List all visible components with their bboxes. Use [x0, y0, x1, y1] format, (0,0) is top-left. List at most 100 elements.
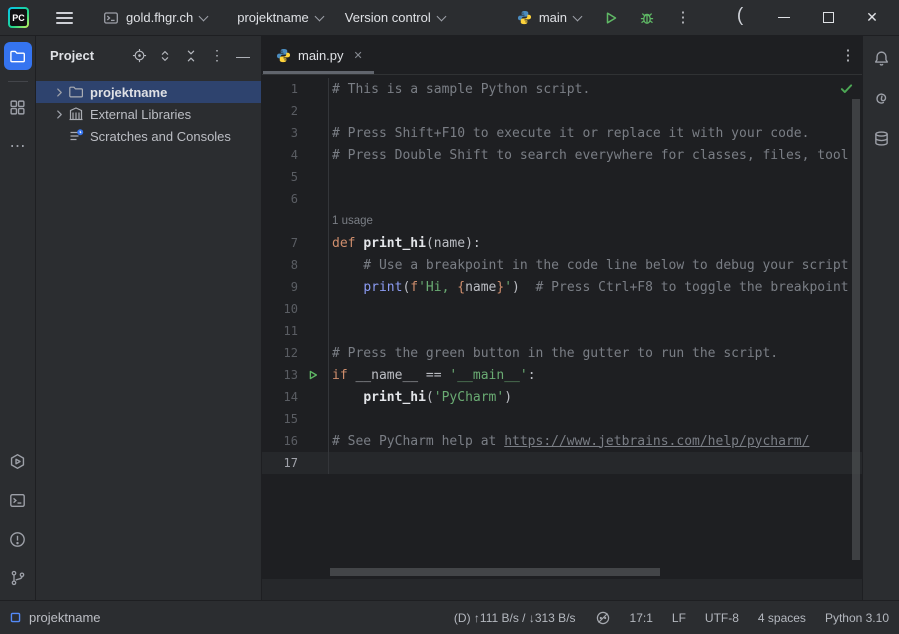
code-line[interactable]: 16# See PyCharm help at https://www.jetb… — [262, 430, 862, 452]
debug-button[interactable] — [633, 4, 661, 32]
horizontal-scrollbar[interactable] — [330, 568, 660, 576]
line-number[interactable]: 9 — [262, 280, 298, 294]
vcs-dropdown[interactable]: Version control — [337, 6, 453, 29]
run-button[interactable] — [597, 4, 625, 32]
close-button[interactable]: ✕ — [855, 3, 889, 33]
collapse-all-button[interactable] — [179, 44, 203, 68]
code-line[interactable]: 17 — [262, 452, 862, 474]
gutter[interactable]: 15 — [262, 408, 328, 430]
usage-inlay[interactable]: 1 usage — [332, 215, 373, 227]
gutter[interactable]: 4 — [262, 144, 328, 166]
line-number[interactable]: 14 — [262, 390, 298, 404]
tree-item-external-libraries[interactable]: External Libraries — [36, 103, 261, 125]
main-menu-button[interactable] — [49, 4, 79, 32]
maximize-button[interactable] — [811, 3, 845, 33]
terminal-tool-button[interactable] — [4, 486, 32, 514]
gutter[interactable] — [262, 210, 328, 232]
code-line[interactable]: 14 print_hi('PyCharm') — [262, 386, 862, 408]
line-number[interactable]: 5 — [262, 170, 298, 184]
code-line[interactable]: 2 — [262, 100, 862, 122]
gutter[interactable]: 2 — [262, 100, 328, 122]
code-line[interactable]: 4# Press Double Shift to search everywhe… — [262, 144, 862, 166]
line-number[interactable]: 10 — [262, 302, 298, 316]
file-encoding[interactable]: UTF-8 — [705, 611, 739, 625]
code-line[interactable]: 10 — [262, 298, 862, 320]
gutter[interactable]: 12 — [262, 342, 328, 364]
close-tab-icon[interactable]: ✕ — [354, 49, 363, 62]
gutter[interactable]: 9 — [262, 276, 328, 298]
code-line[interactable]: 8 # Use a breakpoint in the code line be… — [262, 254, 862, 276]
code-line[interactable]: 1# This is a sample Python script. — [262, 78, 862, 100]
code-line[interactable]: 7def print_hi(name): — [262, 232, 862, 254]
code-editor[interactable]: 1# This is a sample Python script. 2 3# Pr… — [262, 75, 862, 578]
line-number[interactable]: 8 — [262, 258, 298, 272]
code-line[interactable]: 13if __name__ == '__main__': — [262, 364, 862, 386]
line-number[interactable]: 15 — [262, 412, 298, 426]
network-speed[interactable]: (D) ↑111 B/s / ↓313 B/s — [454, 611, 576, 625]
line-number[interactable]: 11 — [262, 324, 298, 338]
gutter[interactable]: 6 — [262, 188, 328, 210]
inspection-ok-icon[interactable] — [839, 81, 854, 96]
locate-file-button[interactable] — [127, 44, 151, 68]
usage-inlay-row[interactable]: 1 usage — [262, 210, 862, 232]
window-shade-button[interactable]: ( — [723, 3, 757, 33]
line-number[interactable]: 1 — [262, 82, 298, 96]
line-number[interactable]: 6 — [262, 192, 298, 206]
caret-position[interactable]: 17:1 — [630, 611, 653, 625]
tab-main-py[interactable]: main.py ✕ — [262, 36, 375, 74]
ai-assistant-button[interactable] — [867, 84, 895, 112]
line-number[interactable]: 12 — [262, 346, 298, 360]
notifications-button[interactable] — [867, 44, 895, 72]
gutter[interactable]: 8 — [262, 254, 328, 276]
code-line[interactable]: 11 — [262, 320, 862, 342]
more-tool-windows-button[interactable]: ⋯ — [4, 132, 32, 160]
gutter[interactable]: 13 — [262, 364, 328, 386]
line-number[interactable]: 4 — [262, 148, 298, 162]
code-line[interactable]: 9 print(f'Hi, {name}') # Press Ctrl+F8 t… — [262, 276, 862, 298]
more-actions-button[interactable]: ⋮ — [669, 4, 697, 32]
code-line[interactable]: 3# Press Shift+F10 to execute it or repl… — [262, 122, 862, 144]
structure-tool-button[interactable] — [4, 93, 32, 121]
gutter[interactable]: 5 — [262, 166, 328, 188]
line-number[interactable]: 2 — [262, 104, 298, 118]
gutter[interactable]: 17 — [262, 452, 328, 474]
project-dropdown[interactable]: projektname — [229, 6, 331, 29]
run-line-icon[interactable] — [298, 364, 328, 386]
vertical-scrollbar[interactable] — [852, 99, 860, 560]
services-tool-button[interactable] — [4, 447, 32, 475]
database-tool-button[interactable] — [867, 124, 895, 152]
line-number[interactable]: 7 — [262, 236, 298, 250]
indent-style[interactable]: 4 spaces — [758, 611, 806, 625]
tree-chevron-icon[interactable] — [50, 109, 68, 120]
minimize-button[interactable] — [767, 3, 801, 33]
run-config-dropdown[interactable]: main — [509, 6, 589, 29]
tree-item-scratches-and-consoles[interactable]: Scratches and Consoles — [36, 125, 261, 147]
highlighting-eye-icon[interactable] — [595, 610, 611, 626]
code-line[interactable]: 15 — [262, 408, 862, 430]
code-line[interactable]: 5 — [262, 166, 862, 188]
hide-panel-button[interactable]: — — [231, 44, 255, 68]
project-tool-button[interactable] — [4, 42, 32, 70]
line-separator[interactable]: LF — [672, 611, 686, 625]
line-number[interactable]: 13 — [262, 368, 298, 382]
line-number[interactable]: 17 — [262, 456, 298, 470]
tree-item-projektname[interactable]: projektname — [36, 81, 261, 103]
gutter[interactable]: 10 — [262, 298, 328, 320]
line-number[interactable]: 3 — [262, 126, 298, 140]
tree-chevron-icon[interactable] — [50, 87, 68, 98]
gutter[interactable]: 3 — [262, 122, 328, 144]
panel-options-button[interactable]: ⋮ — [205, 44, 229, 68]
status-project-widget[interactable]: projektname — [9, 610, 101, 625]
code-line[interactable]: 6 — [262, 188, 862, 210]
expand-all-button[interactable] — [153, 44, 177, 68]
gutter[interactable]: 14 — [262, 386, 328, 408]
code-line[interactable]: 12# Press the green button in the gutter… — [262, 342, 862, 364]
gutter[interactable]: 1 — [262, 78, 328, 100]
gutter[interactable]: 16 — [262, 430, 328, 452]
line-number[interactable]: 16 — [262, 434, 298, 448]
remote-host-dropdown[interactable]: gold.fhgr.ch — [95, 6, 215, 30]
gutter[interactable]: 11 — [262, 320, 328, 342]
gutter[interactable]: 7 — [262, 232, 328, 254]
problems-tool-button[interactable] — [4, 525, 32, 553]
python-interpreter[interactable]: Python 3.10 — [825, 611, 889, 625]
